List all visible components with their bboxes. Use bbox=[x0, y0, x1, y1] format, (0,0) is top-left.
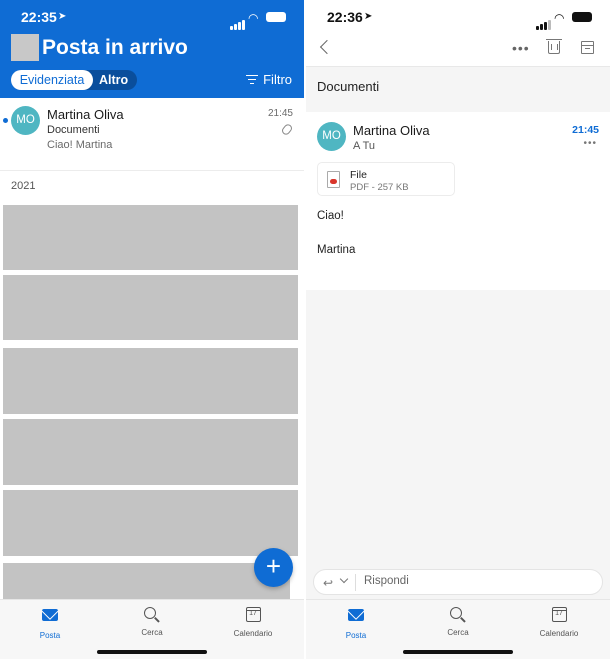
message-recipient: A Tu bbox=[353, 140, 376, 152]
tab-search-label: Cerca bbox=[141, 628, 163, 637]
reply-separator bbox=[355, 574, 356, 591]
more-options-icon[interactable]: ••• bbox=[512, 40, 530, 56]
tab-bar: Posta Cerca 17 Calendario bbox=[306, 599, 610, 659]
tab-mail-label: Posta bbox=[39, 631, 61, 640]
filter-label: Filtro bbox=[263, 72, 292, 87]
mail-icon bbox=[42, 609, 58, 621]
reply-icon[interactable]: ↩ bbox=[323, 576, 333, 590]
filter-icon bbox=[246, 74, 259, 85]
redacted-list-item[interactable] bbox=[3, 348, 298, 414]
message-sender: Martina Oliva bbox=[47, 107, 124, 122]
calendar-icon: 17 bbox=[551, 607, 567, 622]
tab-focused[interactable]: Evidenziata bbox=[11, 70, 93, 90]
cellular-signal-icon bbox=[230, 12, 246, 30]
sender-avatar: MO bbox=[11, 106, 40, 135]
tab-other[interactable]: Altro bbox=[99, 70, 128, 90]
home-indicator bbox=[97, 650, 207, 654]
status-bar: 22:35 ➤ ◠ bbox=[0, 0, 304, 34]
attachment-name: File bbox=[350, 169, 367, 181]
search-icon bbox=[450, 607, 462, 619]
message-more-icon[interactable]: ••• bbox=[583, 138, 597, 149]
pdf-file-icon bbox=[327, 171, 340, 188]
tab-mail-label: Posta bbox=[345, 631, 367, 640]
message-list-item[interactable] bbox=[0, 98, 304, 171]
mail-icon bbox=[348, 609, 364, 621]
reply-bar[interactable]: ↩ Rispondi bbox=[313, 569, 603, 595]
page-title: Posta in arrivo bbox=[42, 36, 188, 59]
message-body-line: Martina bbox=[317, 244, 356, 256]
wifi-icon: ◠ bbox=[554, 11, 565, 25]
attachment-meta: PDF - 257 KB bbox=[350, 182, 409, 193]
redacted-list-item[interactable] bbox=[3, 490, 298, 556]
conversation-subject: Documenti bbox=[317, 79, 380, 94]
status-time: 22:35 bbox=[21, 9, 57, 25]
tab-search[interactable]: Cerca bbox=[418, 606, 498, 637]
calendar-icon: 17 bbox=[245, 607, 261, 622]
redacted-list-item[interactable] bbox=[3, 275, 298, 340]
tab-mail[interactable]: Posta bbox=[10, 606, 90, 640]
section-header-year: 2021 bbox=[11, 180, 36, 192]
redacted-list-item[interactable] bbox=[3, 419, 298, 485]
tab-calendar-label: Calendario bbox=[539, 629, 579, 638]
tab-calendar[interactable]: 17 Calendario bbox=[213, 606, 293, 638]
message-subject: Documenti bbox=[47, 124, 100, 136]
battery-icon bbox=[572, 12, 592, 22]
message-time: 21:45 bbox=[572, 124, 599, 136]
message-card: MO Martina Oliva A Tu 21:45 ••• File PDF… bbox=[306, 112, 610, 290]
inbox-segment-control: Evidenziata Altro bbox=[11, 70, 137, 90]
detail-header: 22:36 ➤ ◠ ••• bbox=[306, 0, 610, 66]
redacted-list-item[interactable] bbox=[3, 205, 298, 270]
tab-search[interactable]: Cerca bbox=[112, 606, 192, 637]
attachment-card[interactable]: File PDF - 257 KB bbox=[317, 162, 455, 196]
back-chevron-icon[interactable] bbox=[319, 39, 335, 55]
unread-indicator bbox=[3, 118, 8, 123]
wifi-icon: ◠ bbox=[248, 11, 259, 25]
status-time: 22:36 bbox=[327, 9, 363, 25]
message-body-line: Ciao! bbox=[317, 210, 344, 222]
home-indicator bbox=[403, 650, 513, 654]
message-detail-screen: 22:36 ➤ ◠ ••• Documenti MO Martina Oliva… bbox=[306, 0, 610, 659]
tab-calendar[interactable]: 17 Calendario bbox=[519, 606, 599, 638]
redacted-list-item[interactable] bbox=[3, 563, 290, 603]
archive-icon[interactable] bbox=[581, 41, 594, 54]
subject-bar: Documenti bbox=[306, 66, 610, 110]
tab-calendar-label: Calendario bbox=[233, 629, 273, 638]
sender-avatar[interactable]: MO bbox=[317, 122, 346, 151]
filter-button[interactable]: Filtro bbox=[246, 72, 292, 87]
battery-icon bbox=[266, 12, 286, 22]
message-preview: Ciao! Martina bbox=[47, 139, 113, 151]
tab-bar: Posta Cerca 17 Calendario bbox=[0, 599, 304, 659]
tab-mail[interactable]: Posta bbox=[316, 606, 396, 640]
status-bar: 22:36 ➤ ◠ bbox=[306, 0, 610, 34]
delete-icon[interactable] bbox=[546, 39, 562, 54]
tab-search-label: Cerca bbox=[447, 628, 469, 637]
search-icon bbox=[144, 607, 156, 619]
inbox-header: 22:35 ➤ ◠ Posta in arrivo Evidenziata Al… bbox=[0, 0, 304, 98]
compose-button[interactable]: + bbox=[254, 548, 293, 587]
location-icon: ➤ bbox=[364, 11, 373, 22]
account-avatar[interactable] bbox=[11, 34, 39, 61]
inbox-screen: 22:35 ➤ ◠ Posta in arrivo Evidenziata Al… bbox=[0, 0, 304, 659]
location-icon: ➤ bbox=[58, 11, 67, 22]
message-sender[interactable]: Martina Oliva bbox=[353, 123, 430, 138]
reply-options-chevron-icon[interactable] bbox=[339, 574, 349, 584]
reply-input[interactable]: Rispondi bbox=[364, 575, 409, 587]
cellular-signal-icon bbox=[536, 12, 552, 30]
message-time: 21:45 bbox=[267, 108, 293, 119]
